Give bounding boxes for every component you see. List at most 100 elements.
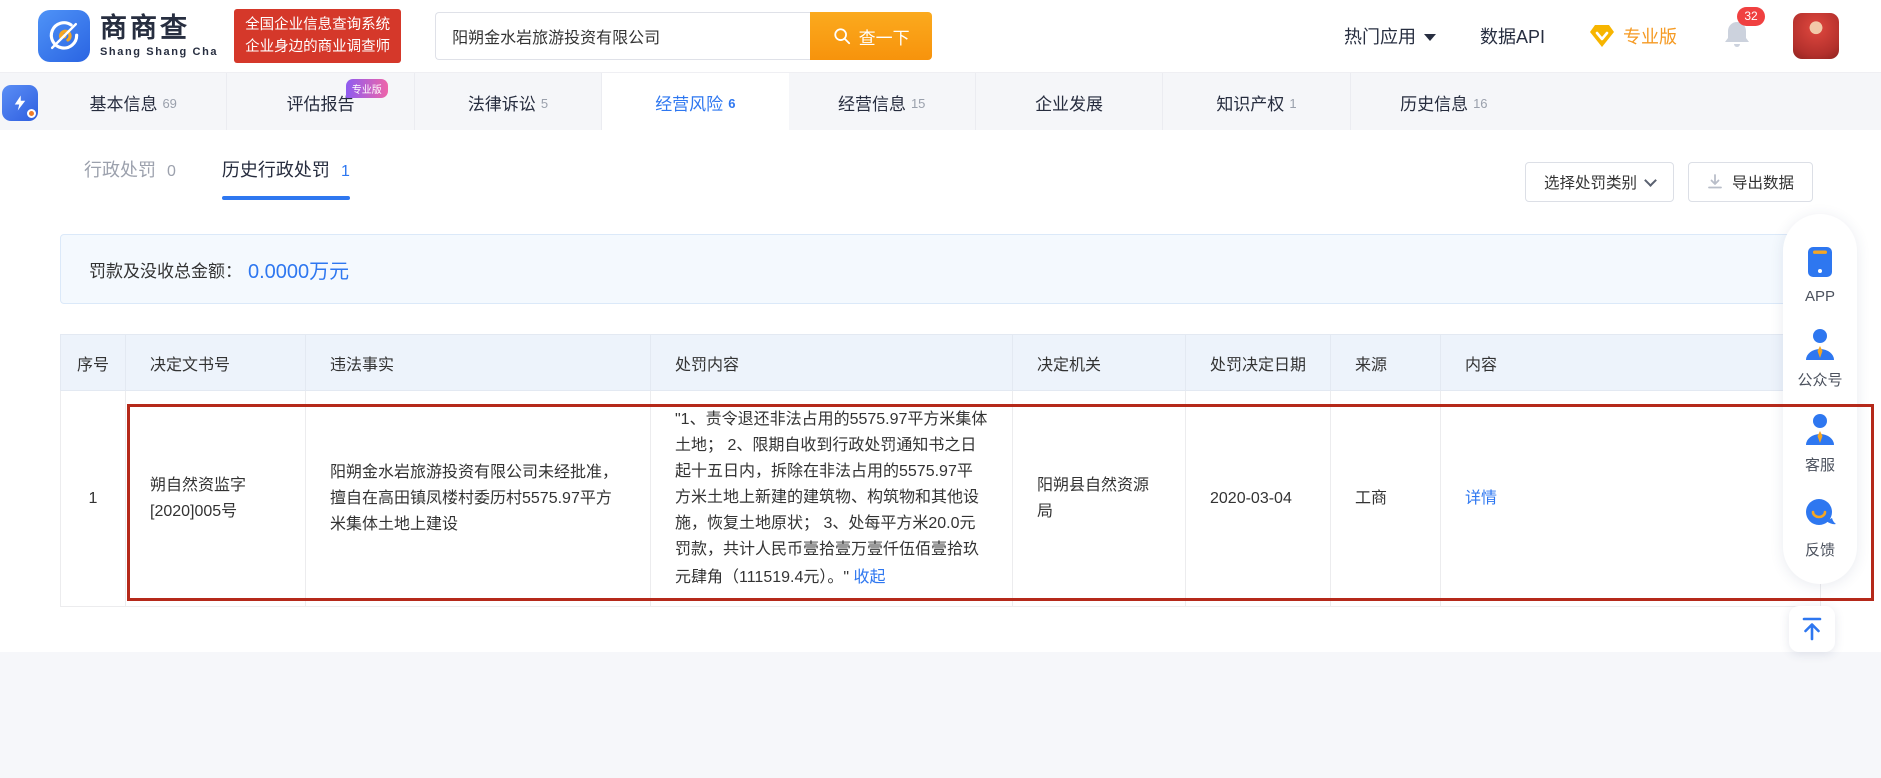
notifications-button[interactable]: 32 [1723, 6, 1765, 54]
header-index: 序号 [60, 334, 126, 391]
tab-count: 5 [540, 95, 549, 111]
tab-label: 企业发展 [1035, 94, 1104, 114]
tab-intellectual-property[interactable]: 知识产权 1 [1163, 73, 1351, 131]
tab-history-info[interactable]: 历史信息 16 [1351, 73, 1537, 131]
tab-count: 69 [162, 95, 177, 111]
summary-label: 罚款及没收总金额： [89, 261, 242, 281]
sidebar-item-official-account[interactable]: 公众号 [1797, 327, 1843, 390]
tab-count: 1 [1289, 95, 1297, 111]
arrow-up-to-line-icon [1802, 617, 1822, 641]
header-violation: 违法事实 [305, 334, 651, 391]
logo-text: 商商查 Shang Shang Cha [100, 14, 219, 58]
pro-version-label: 专业版 [1623, 27, 1677, 47]
tab-label: 经营信息 [837, 94, 906, 114]
summary-value: 0.0000万元 [248, 260, 350, 283]
cell-content: 详情 [1440, 390, 1821, 607]
tab-label: 评估报告 [286, 94, 355, 114]
feedback-chat-icon [1806, 499, 1836, 525]
navbar-right: 热门应用 数据API 专业版 32 [1300, 6, 1839, 59]
extension-dot [27, 109, 36, 118]
penalty-text: "1、责令退还非法占用的5575.97平方米集体土地； 2、限期自收到行政处罚通… [675, 410, 988, 586]
table-actions: 选择处罚类别 导出数据 [1524, 162, 1813, 202]
search-bar: 查一下 [435, 12, 933, 60]
person-icon [1805, 329, 1834, 360]
logo-swirl-icon [49, 21, 79, 50]
user-avatar[interactable] [1793, 13, 1839, 59]
cell-doc-no: 朔自然资监字[2020]005号 [125, 390, 306, 607]
tab-assessment-report[interactable]: 评估报告 专业版 [227, 73, 415, 131]
tab-legal-litigation[interactable]: 法律诉讼 5 [415, 73, 603, 131]
hot-apps-label: 热门应用 [1343, 27, 1416, 47]
penalty-table: 序号 决定文书号 违法事实 处罚内容 决定机关 处罚决定日期 来源 内容 1 朔… [60, 334, 1821, 607]
tab-label: 经营风险 [655, 94, 724, 114]
sidebar-item-app[interactable]: APP [1803, 244, 1837, 305]
company-tab-bar: 基本信息 69 评估报告 专业版 法律诉讼 5 经营风险 6 经营信息 15 企… [0, 72, 1881, 131]
tab-label: 知识产权 [1216, 94, 1285, 114]
tab-label: 历史信息 [1400, 94, 1469, 114]
search-input[interactable] [435, 12, 811, 60]
slogan-line-1: 全国企业信息查询系统 [245, 16, 391, 33]
site-slogan-badge: 全国企业信息查询系统 企业身边的商业调查师 [234, 8, 402, 64]
tab-business-info[interactable]: 经营信息 15 [789, 73, 976, 131]
cell-source: 工商 [1330, 390, 1441, 607]
search-button-label: 查一下 [858, 28, 910, 48]
tab-count: 15 [910, 95, 926, 111]
sidebar-item-customer-service[interactable]: 客服 [1802, 412, 1838, 475]
header-content: 内容 [1440, 334, 1821, 391]
sidebar-label: 客服 [1804, 457, 1835, 474]
filter-label: 选择处罚类别 [1543, 175, 1637, 192]
back-to-top-button[interactable] [1789, 606, 1835, 652]
sidebar-item-feedback[interactable]: 反馈 [1802, 497, 1838, 560]
export-label: 导出数据 [1731, 175, 1794, 192]
data-api-label: 数据API [1479, 27, 1545, 47]
person-icon [1806, 414, 1834, 445]
gem-icon [1589, 24, 1615, 48]
tabs: 基本信息 69 评估报告 专业版 法律诉讼 5 经营风险 6 经营信息 15 企… [40, 73, 1537, 131]
slogan-line-2: 企业身边的商业调查师 [245, 39, 391, 55]
tab-basic-info[interactable]: 基本信息 69 [40, 73, 228, 131]
subtab-label: 行政处罚 [84, 160, 156, 180]
search-icon [833, 28, 850, 45]
subtab-count: 0 [167, 163, 176, 180]
notification-count-badge: 32 [1737, 6, 1765, 26]
phone-icon [1808, 247, 1832, 277]
pro-version-link[interactable]: 专业版 [1589, 23, 1677, 49]
penalty-subtabs: 行政处罚 0 历史行政处罚 1 [84, 156, 350, 200]
penalty-total-summary: 罚款及没收总金额： 0.0000万元 [60, 234, 1821, 304]
search-button[interactable]: 查一下 [810, 12, 933, 60]
cell-penalty-content: "1、责令退还非法占用的5575.97平方米集体土地； 2、限期自收到行政处罚通… [650, 390, 1013, 607]
tab-count: 6 [728, 95, 736, 111]
tab-business-risk[interactable]: 经营风险 6 [602, 73, 789, 131]
logo-subtitle: Shang Shang Cha [100, 45, 219, 58]
subtab-label: 历史行政处罚 [221, 160, 330, 180]
shangshangcha-logo-icon[interactable] [38, 10, 90, 62]
subtab-history-admin-penalty[interactable]: 历史行政处罚 1 [221, 156, 350, 200]
header-authority: 决定机关 [1012, 334, 1186, 391]
hot-apps-menu[interactable]: 热门应用 [1344, 23, 1436, 49]
floating-sidebar: APP 公众号 客服 反馈 [1783, 214, 1857, 584]
header-doc-no: 决定文书号 [125, 334, 306, 391]
header-penalty-content: 处罚内容 [650, 334, 1013, 391]
export-data-button[interactable]: 导出数据 [1687, 162, 1813, 202]
sidebar-label: 反馈 [1804, 542, 1835, 559]
cell-authority: 阳朔县自然资源局 [1012, 390, 1186, 607]
header-decision-date: 处罚决定日期 [1185, 334, 1331, 391]
chevron-down-icon [1423, 33, 1436, 41]
penalty-type-filter-dropdown[interactable]: 选择处罚类别 [1524, 162, 1674, 202]
tab-count: 16 [1473, 95, 1488, 111]
tab-company-development[interactable]: 企业发展 [976, 73, 1164, 131]
pro-badge: 专业版 [345, 79, 388, 98]
extension-icon[interactable] [2, 85, 38, 121]
cell-index: 1 [60, 390, 126, 607]
data-api-link[interactable]: 数据API [1480, 23, 1545, 49]
subtab-admin-penalty[interactable]: 行政处罚 0 [84, 156, 176, 200]
chevron-down-icon [1644, 173, 1657, 187]
header-source: 来源 [1330, 334, 1441, 391]
table-row: 1 朔自然资监字[2020]005号 阳朔金水岩旅游投资有限公司未经批准，擅自在… [60, 390, 1821, 607]
sidebar-label: 公众号 [1797, 372, 1843, 389]
cell-decision-date: 2020-03-04 [1185, 390, 1331, 607]
collapse-link[interactable]: 收起 [854, 565, 886, 591]
tab-label: 法律诉讼 [467, 94, 536, 114]
top-navbar: 商商查 Shang Shang Cha 全国企业信息查询系统 企业身边的商业调查… [0, 0, 1881, 72]
detail-link[interactable]: 详情 [1465, 490, 1497, 507]
